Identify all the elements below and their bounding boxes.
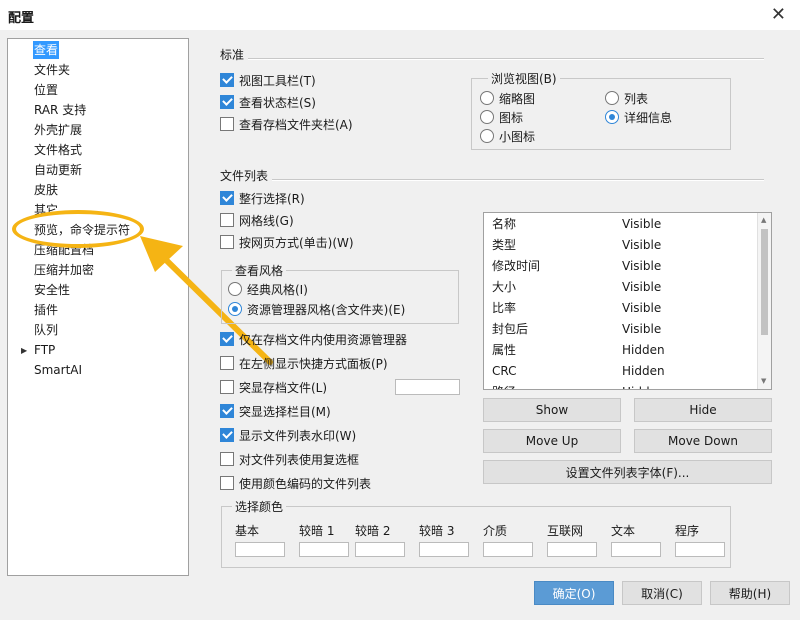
move-down-button[interactable]: Move Down bbox=[634, 429, 772, 453]
color-swatch-darker3[interactable] bbox=[419, 542, 469, 557]
check-icon bbox=[220, 404, 234, 418]
left-shortcuts-panel-checkbox[interactable]: 在左侧显示快捷方式面板(P) bbox=[220, 354, 388, 372]
highlight-color-field[interactable] bbox=[395, 379, 460, 395]
color-swatch-darker1[interactable] bbox=[299, 542, 349, 557]
check-icon bbox=[220, 95, 234, 109]
radio-explorer-style[interactable]: 资源管理器风格(含文件夹)(E) bbox=[228, 300, 405, 318]
color-label-internet: 互联网 bbox=[547, 524, 584, 538]
color-label-text: 文本 bbox=[611, 524, 636, 538]
help-button[interactable]: 帮助(H) bbox=[710, 581, 790, 605]
color-label-program: 程序 bbox=[675, 524, 700, 538]
show-statusbar-checkbox[interactable]: 查看状态栏(S) bbox=[220, 93, 316, 111]
list-item[interactable]: 属性 Hidden bbox=[492, 340, 752, 361]
file-list-group-title: 文件列表 bbox=[220, 169, 269, 183]
color-label-darker3: 较暗 3 bbox=[419, 524, 455, 538]
list-item[interactable]: 类型 Visible bbox=[492, 235, 752, 256]
color-swatch-text[interactable] bbox=[611, 542, 661, 557]
list-item[interactable]: 名称 Visible bbox=[492, 214, 752, 235]
radio-icons[interactable]: 图标 bbox=[480, 108, 523, 126]
list-item[interactable]: 大小 Visible bbox=[492, 277, 752, 298]
cancel-button[interactable]: 取消(C) bbox=[622, 581, 702, 605]
color-label-basic: 基本 bbox=[235, 524, 260, 538]
color-swatch-darker2[interactable] bbox=[355, 542, 405, 557]
radio-small-icons[interactable]: 小图标 bbox=[480, 127, 535, 145]
scroll-down-icon[interactable]: ▼ bbox=[761, 377, 766, 385]
show-column-button[interactable]: Show bbox=[483, 398, 621, 422]
hide-column-button[interactable]: Hide bbox=[634, 398, 772, 422]
highlight-selected-checkbox[interactable]: 突显选择栏目(M) bbox=[220, 402, 331, 420]
columns-list[interactable]: 名称 Visible 类型 Visible 修改时间 Visible 大小 Visibl… bbox=[483, 212, 772, 390]
watermark-checkbox[interactable]: 显示文件列表水印(W) bbox=[220, 426, 356, 444]
list-scrollbar[interactable]: ▲ ▼ bbox=[757, 213, 771, 389]
check-icon bbox=[220, 428, 234, 442]
explorer-in-archive-checkbox[interactable]: 仅在存档文件内使用资源管理器 bbox=[220, 330, 407, 348]
full-row-select-checkbox[interactable]: 整行选择(R) bbox=[220, 189, 305, 207]
color-label-darker1: 较暗 1 bbox=[299, 524, 335, 538]
list-item[interactable]: 比率 Visible bbox=[492, 298, 752, 319]
check-icon bbox=[220, 332, 234, 346]
color-label-darker2: 较暗 2 bbox=[355, 524, 391, 538]
view-style-title: 查看风格 bbox=[232, 262, 287, 279]
standard-group-title: 标准 bbox=[220, 48, 245, 62]
list-item[interactable]: 封包后 Visible bbox=[492, 319, 752, 340]
use-checkboxes-checkbox[interactable]: 对文件列表使用复选框 bbox=[220, 450, 359, 468]
color-label-medium: 介质 bbox=[483, 524, 508, 538]
list-item[interactable]: CRC Hidden bbox=[492, 361, 752, 382]
highlight-archives-checkbox[interactable]: 突显存档文件(L) bbox=[220, 378, 327, 396]
color-swatch-program[interactable] bbox=[675, 542, 725, 557]
scroll-thumb[interactable] bbox=[761, 229, 768, 335]
move-up-button[interactable]: Move Up bbox=[483, 429, 621, 453]
show-archive-folder-bar-checkbox[interactable]: 查看存档文件夹栏(A) bbox=[220, 115, 353, 133]
show-toolbar-checkbox[interactable]: 视图工具栏(T) bbox=[220, 71, 316, 89]
check-icon bbox=[220, 73, 234, 87]
radio-details[interactable]: 详细信息 bbox=[605, 108, 672, 126]
color-swatch-medium[interactable] bbox=[483, 542, 533, 557]
grid-lines-checkbox[interactable]: 网格线(G) bbox=[220, 211, 294, 229]
select-color-title: 选择颜色 bbox=[232, 498, 287, 515]
web-style-checkbox[interactable]: 按网页方式(单击)(W) bbox=[220, 233, 354, 251]
browse-view-title: 浏览视图(B) bbox=[488, 70, 560, 87]
list-item[interactable]: 修改时间 Visible bbox=[492, 256, 752, 277]
radio-classic-style[interactable]: 经典风格(I) bbox=[228, 280, 308, 298]
radio-list[interactable]: 列表 bbox=[605, 89, 648, 107]
select-color-group bbox=[221, 506, 731, 568]
check-icon bbox=[220, 191, 234, 205]
scroll-up-icon[interactable]: ▲ bbox=[761, 216, 766, 224]
divider bbox=[272, 179, 764, 181]
color-coded-list-checkbox[interactable]: 使用颜色编码的文件列表 bbox=[220, 474, 371, 492]
color-swatch-basic[interactable] bbox=[235, 542, 285, 557]
radio-thumbnails[interactable]: 缩略图 bbox=[480, 89, 535, 107]
set-list-font-button[interactable]: 设置文件列表字体(F)... bbox=[483, 460, 772, 484]
color-swatch-internet[interactable] bbox=[547, 542, 597, 557]
ok-button[interactable]: 确定(O) bbox=[534, 581, 614, 605]
list-item[interactable]: 路径Hidden bbox=[492, 382, 752, 389]
divider bbox=[248, 58, 764, 60]
